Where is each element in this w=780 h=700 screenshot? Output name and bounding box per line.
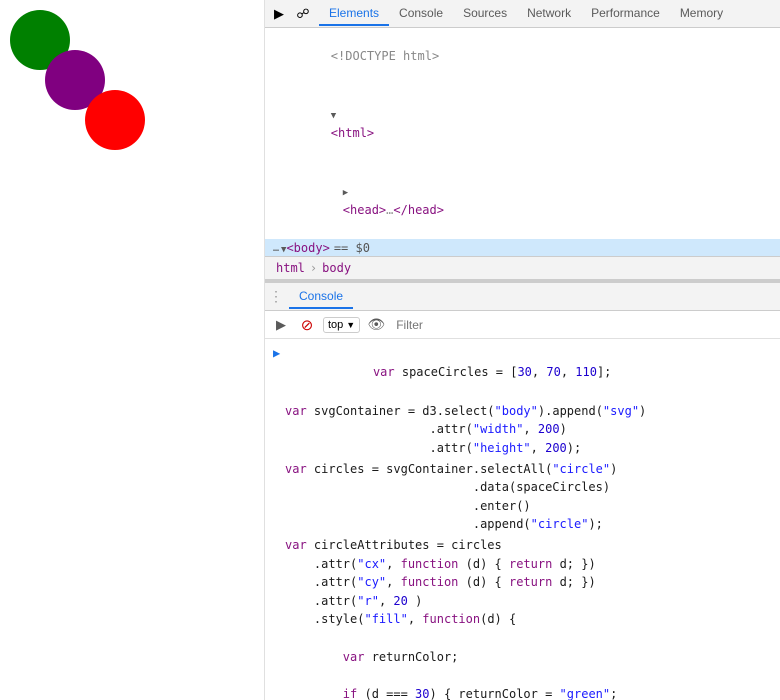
console-line-1: ▶ var spaceCircles = [30, 70, 110]; bbox=[265, 343, 780, 401]
chevron-down-icon: ▼ bbox=[346, 320, 355, 330]
cursor-icon[interactable]: ▶ bbox=[269, 4, 289, 24]
tab-memory[interactable]: Memory bbox=[670, 2, 733, 26]
circle-red bbox=[85, 90, 145, 150]
console-code-2: var svgContainer = d3.select("body").app… bbox=[285, 402, 646, 458]
preview-svg bbox=[0, 0, 200, 200]
breadcrumb-html[interactable]: html bbox=[273, 261, 308, 275]
console-output: ▶ var spaceCircles = [30, 70, 110]; var … bbox=[265, 339, 780, 700]
context-label: top bbox=[328, 319, 343, 331]
tab-console-bottom[interactable]: Console bbox=[289, 285, 353, 309]
elements-panel: <!DOCTYPE html> <html> <head>…</head> … … bbox=[265, 28, 780, 256]
console-code-4: var circleAttributes = circles .attr("cx… bbox=[285, 536, 675, 700]
breadcrumb-sep: › bbox=[310, 261, 317, 275]
tab-sources[interactable]: Sources bbox=[453, 2, 517, 26]
line-html[interactable]: <html> bbox=[265, 86, 780, 163]
console-code-3: var circles = svgContainer.selectAll("ci… bbox=[285, 460, 617, 534]
devtools-tab-bar: ▶ ☍ Elements Console Sources Network Per… bbox=[265, 0, 780, 28]
console-line-4: var circleAttributes = circles .attr("cx… bbox=[265, 535, 780, 700]
tab-elements[interactable]: Elements bbox=[319, 2, 389, 26]
eye-icon[interactable]: 👁 bbox=[366, 315, 386, 335]
main-area: ▶ ☍ Elements Console Sources Network Per… bbox=[0, 0, 780, 700]
console-toolbar: ▶ ⊘ top ▼ 👁 bbox=[265, 311, 780, 339]
tab-performance[interactable]: Performance bbox=[581, 2, 670, 26]
breadcrumb-bar: html › body bbox=[265, 256, 780, 280]
mobile-icon[interactable]: ☍ bbox=[293, 4, 313, 24]
breadcrumb-body[interactable]: body bbox=[319, 261, 354, 275]
preview-panel bbox=[0, 0, 265, 700]
prompt-arrow: ▶ bbox=[273, 344, 280, 363]
console-section: ⋮ Console ▶ ⊘ top ▼ 👁 ▶ var space bbox=[265, 280, 780, 700]
execute-icon[interactable]: ▶ bbox=[271, 315, 291, 335]
clear-console-icon[interactable]: ⊘ bbox=[297, 315, 317, 335]
line-body[interactable]: … <body> == $0 bbox=[265, 239, 780, 256]
drag-handle[interactable]: ⋮ bbox=[269, 288, 283, 305]
devtools-icons: ▶ ☍ bbox=[269, 4, 313, 24]
console-line-2: var svgContainer = d3.select("body").app… bbox=[265, 401, 780, 459]
devtools-panel: ▶ ☍ Elements Console Sources Network Per… bbox=[265, 0, 780, 700]
console-line-3: var circles = svgContainer.selectAll("ci… bbox=[265, 459, 780, 535]
context-selector[interactable]: top ▼ bbox=[323, 317, 360, 333]
triangle-html[interactable] bbox=[331, 105, 336, 124]
console-tab-bar: ⋮ Console bbox=[265, 283, 780, 311]
line-head[interactable]: <head>…</head> bbox=[265, 162, 780, 239]
filter-input[interactable] bbox=[392, 318, 774, 332]
line-doctype[interactable]: <!DOCTYPE html> bbox=[265, 28, 780, 86]
tab-network[interactable]: Network bbox=[517, 2, 581, 26]
triangle-head[interactable] bbox=[343, 182, 348, 201]
tab-console[interactable]: Console bbox=[389, 2, 453, 26]
console-code-1: var spaceCircles = [30, 70, 110]; bbox=[286, 344, 611, 400]
